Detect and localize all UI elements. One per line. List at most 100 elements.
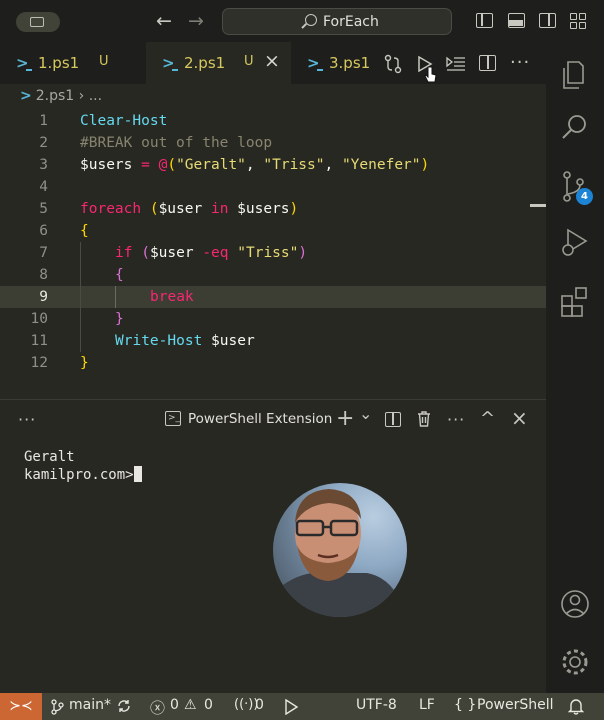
compare-changes-icon[interactable] (383, 54, 403, 74)
breadcrumb-separator: › (78, 88, 85, 104)
token-brace: { (80, 223, 89, 239)
terminal-prompt-line: kamilpro.com> (24, 466, 142, 484)
notifications-bell-icon[interactable] (568, 697, 584, 715)
search-view-icon[interactable] (546, 104, 604, 152)
token-string: "Triss" (237, 245, 299, 261)
line-number: 10 (30, 311, 48, 327)
token-keyword: foreach (80, 201, 142, 217)
command-center-search[interactable]: ForEach (222, 8, 452, 35)
panel-views-more-icon[interactable]: ··· (18, 410, 36, 429)
run-and-debug-icon[interactable] (546, 220, 604, 268)
settings-gear-icon[interactable] (546, 640, 604, 688)
token-variable: $user (202, 333, 255, 349)
code-line-12: 12 } (0, 352, 546, 374)
code-line-9-current: 9 break (0, 286, 546, 308)
terminal-icon: >_ (165, 411, 181, 426)
code-line-3: 3 $users = @("Geralt", "Triss", "Yenefer… (0, 154, 546, 176)
token-string: "Yenefer" (341, 157, 421, 173)
indent-guide (80, 330, 81, 352)
account-icon[interactable] (546, 582, 604, 630)
token-variable: $users (237, 201, 290, 217)
branch-name[interactable]: main* (69, 697, 111, 713)
close-panel-icon[interactable]: × (511, 406, 528, 430)
panel-more-actions-icon[interactable]: ··· (447, 410, 465, 429)
forward-arrow-icon[interactable]: → (188, 10, 204, 32)
token-operator: = (132, 157, 159, 173)
terminal-title[interactable]: PowerShell Extension (188, 411, 332, 427)
terminal-output[interactable]: Geralt kamilpro.com> (24, 448, 142, 484)
split-terminal-icon[interactable] (385, 412, 401, 427)
git-branch-icon (51, 699, 64, 715)
code-line-1: 1 Clear-Host (0, 110, 546, 132)
toggle-primary-sidebar-icon[interactable] (476, 13, 493, 28)
line-number: 4 (39, 179, 48, 195)
toggle-panel-icon[interactable] (508, 13, 525, 28)
token-command: Write-Host (115, 333, 203, 349)
back-arrow-icon[interactable]: ← (156, 10, 172, 32)
overview-ruler-cursor (530, 204, 546, 207)
token-bracket: ( (149, 201, 159, 217)
token-keyword: break (150, 289, 194, 305)
more-actions-icon[interactable]: ··· (510, 52, 530, 73)
code-line-4: 4 (0, 176, 546, 198)
explorer-files-icon[interactable] (546, 52, 604, 100)
errors-count[interactable]: 0 (170, 697, 179, 713)
extensions-icon[interactable] (546, 278, 604, 326)
tab-2-ps1[interactable]: > 2.ps1 U × (146, 42, 291, 84)
token-brace: } (80, 355, 89, 371)
tab-label: 3.ps1 (329, 54, 371, 72)
warnings-count[interactable]: 0 (204, 697, 213, 713)
webcam-overlay (273, 483, 407, 617)
line-number: 8 (39, 267, 48, 283)
source-control-icon[interactable] (546, 164, 604, 212)
title-bar: ← → ForEach (0, 0, 604, 42)
end-of-line[interactable]: LF (419, 697, 435, 713)
code-line-11: 11 Write-Host $user (0, 330, 546, 352)
tab-label: 1.ps1 (38, 54, 80, 72)
breadcrumb-file[interactable]: 2.ps1 (36, 88, 74, 104)
tab-3-ps1[interactable]: > 3.ps1 (291, 42, 375, 84)
window-layout-pill[interactable] (16, 12, 60, 32)
line-number: 2 (39, 135, 48, 151)
line-number: 9 (39, 289, 48, 305)
language-mode[interactable]: PowerShell (477, 697, 553, 713)
powershell-file-icon: > (307, 54, 323, 72)
token-comment: #BREAK out of the loop (80, 135, 273, 151)
indent-guide (80, 286, 81, 308)
token-string: "Triss" (263, 157, 325, 173)
run-selection-icon[interactable] (446, 54, 466, 74)
encoding[interactable]: UTF-8 (356, 697, 397, 713)
line-number: 3 (39, 157, 48, 173)
customize-layout-icon[interactable] (570, 13, 587, 29)
toggle-secondary-sidebar-icon[interactable] (539, 13, 556, 28)
debug-launch-icon[interactable] (282, 698, 300, 715)
trash-icon[interactable] (416, 410, 432, 428)
split-editor-icon[interactable] (479, 55, 496, 71)
token-bracket: ) (289, 201, 299, 217)
panel-header: ··· >_ PowerShell Extension + ⌄ ··· ^ × (0, 400, 546, 438)
tab-label: 2.ps1 (184, 54, 226, 72)
terminal-dropdown-icon[interactable]: ⌄ (359, 404, 372, 423)
remote-indicator-icon[interactable]: ≻≺ (0, 693, 42, 720)
warnings-icon[interactable]: ⚠ (184, 697, 197, 713)
line-number: 1 (39, 113, 48, 129)
new-terminal-icon[interactable]: + (336, 406, 354, 431)
token-keyword: in (202, 201, 238, 217)
editor-tab-bar: > 1.ps1 U > 2.ps1 U × > 3.ps1 ··· (0, 42, 546, 84)
close-tab-icon[interactable]: × (264, 50, 280, 72)
mouse-pointer-icon (424, 66, 437, 83)
sync-icon[interactable] (116, 698, 132, 714)
line-number: 5 (39, 201, 48, 217)
tab-1-ps1[interactable]: > 1.ps1 U (0, 42, 146, 84)
breadcrumb-symbol[interactable]: ... (89, 88, 102, 104)
status-bar: ≻≺ main* ⓧ 0 ⚠ 0 ((·)) 0 UTF-8 LF { } Po… (0, 693, 604, 720)
line-number: 7 (39, 245, 48, 261)
code-editor[interactable]: 1 Clear-Host 2 #BREAK out of the loop 3 … (0, 110, 546, 376)
errors-icon[interactable]: ⓧ (150, 697, 165, 718)
ports-count[interactable]: 0 (255, 697, 264, 713)
line-number: 12 (30, 355, 48, 371)
token-variable: $user (149, 245, 194, 261)
maximize-panel-icon[interactable]: ^ (480, 408, 495, 429)
